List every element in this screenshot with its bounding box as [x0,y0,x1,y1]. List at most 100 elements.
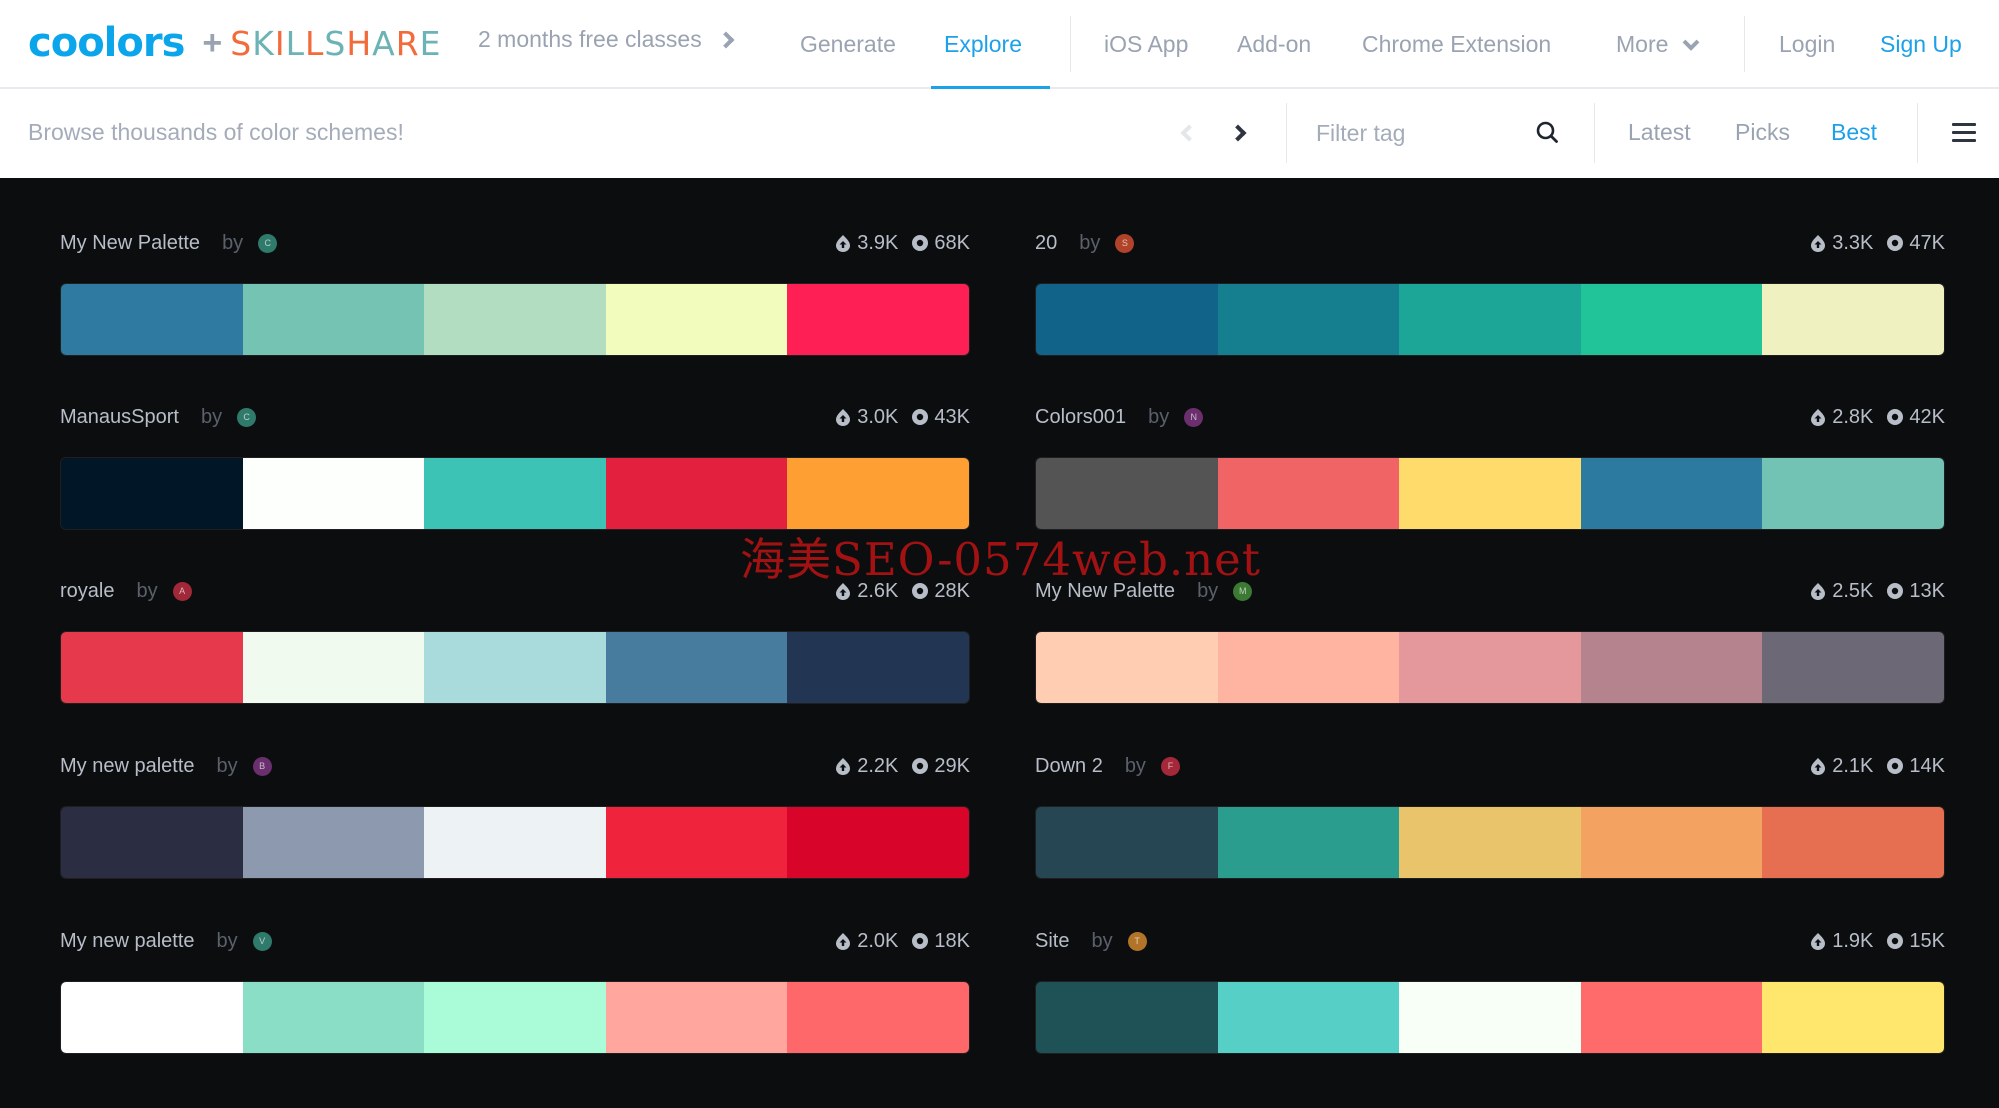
palette-swatches[interactable] [60,283,970,356]
color-swatch[interactable] [424,982,606,1053]
author-avatar[interactable]: C [258,233,278,253]
palette-swatches[interactable] [1035,631,1945,704]
color-swatch[interactable] [61,458,243,529]
color-swatch[interactable] [424,458,606,529]
color-swatch[interactable] [605,982,788,1053]
color-swatch[interactable] [787,284,969,355]
upload-cloud-icon[interactable] [1808,931,1828,951]
upload-cloud-icon[interactable] [1808,233,1828,253]
color-swatch[interactable] [1399,982,1581,1053]
color-swatch[interactable] [787,632,969,703]
palette-swatches[interactable] [60,981,970,1054]
upload-cloud-icon[interactable] [833,407,853,427]
color-swatch[interactable] [787,807,969,878]
signup-link[interactable]: Sign Up [1880,31,1962,58]
author-avatar[interactable]: V [252,931,272,951]
color-swatch[interactable] [1217,284,1400,355]
palette-swatches[interactable] [1035,806,1945,879]
color-swatch[interactable] [1399,284,1581,355]
upload-cloud-icon[interactable] [1808,756,1828,776]
color-swatch[interactable] [1580,982,1763,1053]
author-avatar[interactable]: A [172,581,192,601]
color-swatch[interactable] [61,982,243,1053]
filter-tag-input[interactable] [1316,113,1516,153]
nav-add-on[interactable]: Add-on [1237,31,1311,58]
color-swatch[interactable] [1399,458,1581,529]
color-swatch[interactable] [424,284,606,355]
color-swatch[interactable] [1036,982,1218,1053]
coolors-logo[interactable]: coolors [28,23,185,63]
color-swatch[interactable] [1762,458,1944,529]
palette-swatches[interactable] [1035,283,1945,356]
author-avatar[interactable]: B [252,756,272,776]
nav-generate[interactable]: Generate [800,31,896,58]
palette-swatches[interactable] [1035,457,1945,530]
sort-latest[interactable]: Latest [1628,119,1691,146]
author-avatar[interactable]: N [1184,407,1204,427]
palette-swatches[interactable] [60,806,970,879]
color-swatch[interactable] [605,632,788,703]
palette-swatches[interactable] [60,457,970,530]
palette-name[interactable]: Site [1035,930,1069,953]
upload-cloud-icon[interactable] [833,931,853,951]
skillshare-logo[interactable]: SKILLSHARE [230,24,441,63]
color-swatch[interactable] [242,458,425,529]
login-link[interactable]: Login [1779,31,1835,58]
color-swatch[interactable] [787,982,969,1053]
palette-name[interactable]: Colors001 [1035,406,1126,429]
logo[interactable]: coolors + SKILLSHARE [28,18,442,68]
color-swatch[interactable] [1580,458,1763,529]
sort-picks[interactable]: Picks [1735,119,1790,146]
color-swatch[interactable] [605,284,788,355]
nav-chrome-extension[interactable]: Chrome Extension [1362,31,1551,58]
color-swatch[interactable] [1217,458,1400,529]
color-swatch[interactable] [1580,284,1763,355]
previous-page-arrow-icon[interactable] [1180,124,1198,142]
author-avatar[interactable]: M [1233,581,1253,601]
palette-swatches[interactable] [60,631,970,704]
color-swatch[interactable] [605,458,788,529]
color-swatch[interactable] [242,632,425,703]
palette-name[interactable]: My new palette [60,930,195,953]
palette-name[interactable]: royale [60,580,114,603]
color-swatch[interactable] [424,807,606,878]
color-swatch[interactable] [1217,982,1400,1053]
palette-swatches[interactable] [1035,981,1945,1054]
nav-ios-app[interactable]: iOS App [1104,31,1188,58]
author-avatar[interactable]: F [1160,756,1180,776]
color-swatch[interactable] [1399,807,1581,878]
nav-explore[interactable]: Explore [944,31,1022,58]
color-swatch[interactable] [242,982,425,1053]
palette-name[interactable]: My New Palette [60,232,200,255]
color-swatch[interactable] [242,807,425,878]
color-swatch[interactable] [605,807,788,878]
nav-more[interactable]: More [1616,0,1700,89]
color-swatch[interactable] [1036,632,1218,703]
color-swatch[interactable] [61,284,243,355]
color-swatch[interactable] [424,632,606,703]
upload-cloud-icon[interactable] [1808,407,1828,427]
color-swatch[interactable] [1036,807,1218,878]
color-swatch[interactable] [787,458,969,529]
palette-name[interactable]: ManausSport [60,406,179,429]
color-swatch[interactable] [242,284,425,355]
palette-name[interactable]: My new palette [60,755,195,778]
palette-name[interactable]: My New Palette [1035,580,1175,603]
color-swatch[interactable] [1217,632,1400,703]
upload-cloud-icon[interactable] [833,233,853,253]
color-swatch[interactable] [61,632,243,703]
author-avatar[interactable]: C [237,407,257,427]
color-swatch[interactable] [1036,458,1218,529]
author-avatar[interactable]: T [1127,931,1147,951]
next-page-arrow-icon[interactable] [1229,124,1247,142]
promo-link[interactable]: 2 months free classes [478,26,735,53]
color-swatch[interactable] [1762,632,1944,703]
upload-cloud-icon[interactable] [833,756,853,776]
color-swatch[interactable] [1762,807,1944,878]
nav-more-label[interactable]: More [1616,31,1668,58]
color-swatch[interactable] [1580,807,1763,878]
color-swatch[interactable] [1762,284,1944,355]
menu-icon[interactable] [1952,123,1976,143]
sort-best[interactable]: Best [1831,119,1877,146]
author-avatar[interactable]: S [1115,233,1135,253]
